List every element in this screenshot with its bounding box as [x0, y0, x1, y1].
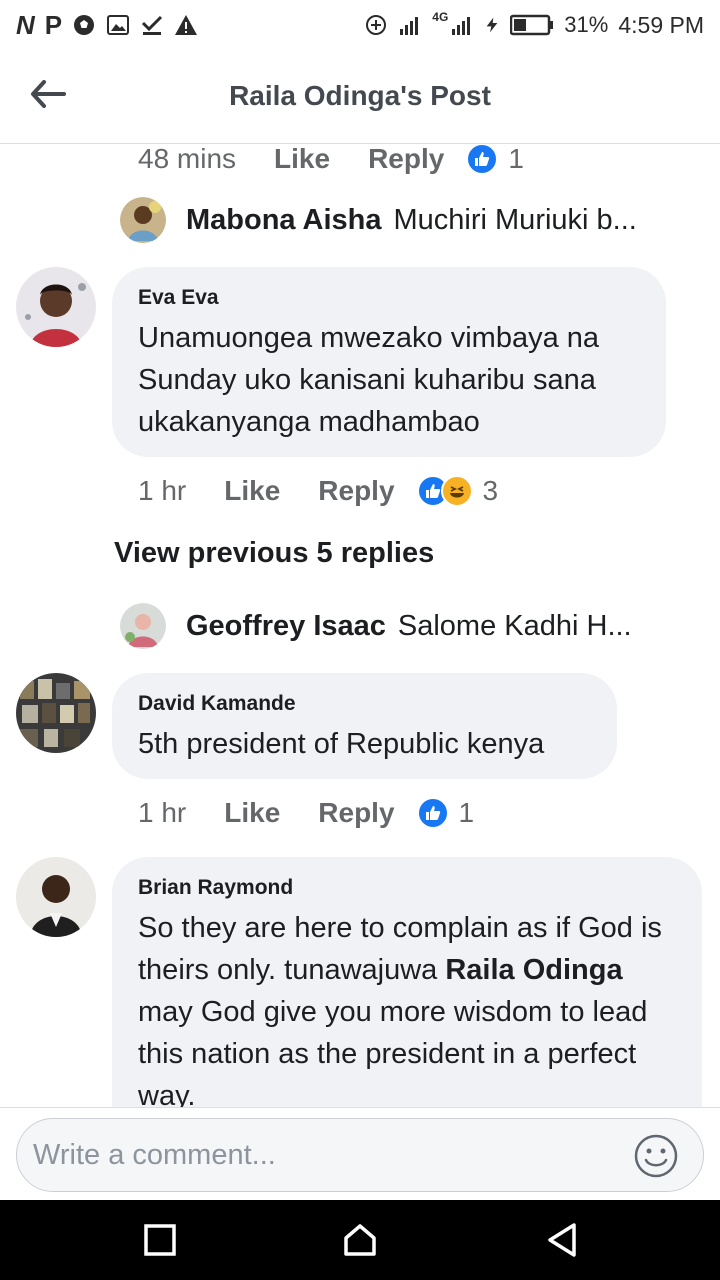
comment-meta-row: 1 hr Like Reply 3 [138, 471, 498, 511]
like-reaction-icon [466, 145, 499, 175]
haha-reaction-icon [440, 475, 473, 507]
reply-snippet: Salome Kadhi H... [397, 609, 632, 642]
comment-meta-row: 1 hr Like Reply 1 [138, 793, 474, 833]
comment-author[interactable]: Eva Eva [138, 285, 640, 311]
mention-link[interactable]: Raila Odinga [445, 954, 622, 986]
reaction-badges[interactable] [416, 797, 449, 829]
reply-preview[interactable]: Mabona Aisha Muchiri Muriuki b... [120, 195, 637, 245]
reply-button[interactable]: Reply [318, 475, 394, 507]
comment-text: So they are here to complain as if God i… [138, 907, 676, 1107]
signal-4g-icon [452, 17, 471, 35]
comment-composer[interactable] [16, 1118, 704, 1192]
comment-time: 48 mins [138, 145, 237, 174]
avatar [120, 197, 166, 243]
comment-text-part: may God give you more wisdom to lead thi… [138, 996, 648, 1107]
reply-button[interactable]: Reply [368, 145, 444, 175]
comment-text: Unamuongea mwezako vimbaya na Sunday uko… [138, 317, 640, 443]
warning-icon [175, 15, 198, 35]
comment-line: 5th president of Republic kenya [138, 728, 545, 760]
reaction-badges[interactable] [416, 475, 473, 507]
reply-author[interactable]: Geoffrey Isaac [186, 610, 386, 643]
image-icon [107, 15, 130, 35]
like-reaction-icon [416, 797, 449, 829]
comment-text: 5th president of Republic kenya [138, 723, 591, 765]
comment-bubble[interactable]: Brian Raymond So they are here to compla… [112, 857, 702, 1107]
reaction-count: 3 [482, 475, 499, 506]
avatar[interactable] [16, 673, 96, 753]
like-button[interactable]: Like [224, 797, 280, 829]
back-triangle-icon [548, 1223, 576, 1257]
reaction-count: 1 [458, 797, 475, 828]
emoji-icon[interactable] [633, 1133, 679, 1179]
soccer-icon [74, 15, 95, 35]
reaction-count: 1 [508, 145, 524, 174]
comment-time: 1 hr [138, 475, 187, 506]
reply-preview[interactable]: Geoffrey Isaac Salome Kadhi H... [120, 601, 632, 651]
n-icon: N [16, 10, 35, 40]
notification-icons: N P [16, 10, 198, 40]
p-icon: P [44, 10, 63, 40]
comment-author[interactable]: Brian Raymond [138, 875, 676, 901]
battery-percent: 31% [564, 12, 609, 37]
charging-icon [486, 17, 498, 33]
comment-time: 1 hr [138, 797, 187, 828]
comment-bubble[interactable]: Eva Eva Unamuongea mwezako vimbaya na Su… [112, 267, 666, 457]
page-title: Raila Odinga's Post [229, 80, 491, 111]
comment-bubble[interactable]: David Kamande 5th president of Republic … [112, 673, 617, 779]
home-button[interactable] [338, 1218, 382, 1262]
comment-author[interactable]: David Kamande [138, 691, 591, 717]
app-header: Raila Odinga's Post [0, 50, 720, 144]
view-previous-replies-link[interactable]: View previous 5 replies [114, 537, 434, 570]
reaction-badges[interactable] [466, 145, 499, 175]
system-icons: 4G 31% 4:59 PM [364, 10, 704, 40]
clock: 4:59 PM [618, 11, 704, 38]
recents-square-icon [144, 1224, 176, 1256]
comments-feed[interactable]: 48 mins Like Reply 1 Mabona Aisha Muchir… [0, 145, 720, 1107]
comment-line: Sunday uko kanisani kuharibu sana [138, 364, 596, 396]
system-navigation-bar [0, 1200, 720, 1280]
home-icon [344, 1224, 376, 1256]
recents-button[interactable] [138, 1218, 182, 1262]
reply-author[interactable]: Mabona Aisha [186, 204, 382, 237]
reply-button[interactable]: Reply [318, 797, 394, 829]
signal-icon [400, 17, 419, 35]
comment-input[interactable] [33, 1131, 593, 1179]
comment-line: Unamuongea mwezako vimbaya na [138, 322, 600, 354]
avatar [120, 603, 166, 649]
network-type: 4G [432, 10, 449, 24]
battery-icon [510, 14, 554, 36]
check-icon [142, 15, 163, 35]
like-button[interactable]: Like [274, 145, 330, 175]
avatar[interactable] [16, 267, 96, 347]
comment-meta-row: 48 mins Like Reply 1 [138, 145, 524, 179]
comment-composer-bar [0, 1107, 720, 1200]
data-saver-icon [366, 15, 387, 35]
back-nav-button[interactable] [540, 1218, 584, 1262]
status-bar: N P 4G 31% 4:59 PM [0, 0, 720, 50]
reply-snippet: Muchiri Muriuki b... [393, 203, 637, 236]
like-button[interactable]: Like [224, 475, 280, 507]
comment-line: ukakanyanga madhambao [138, 406, 480, 438]
avatar[interactable] [16, 857, 96, 937]
